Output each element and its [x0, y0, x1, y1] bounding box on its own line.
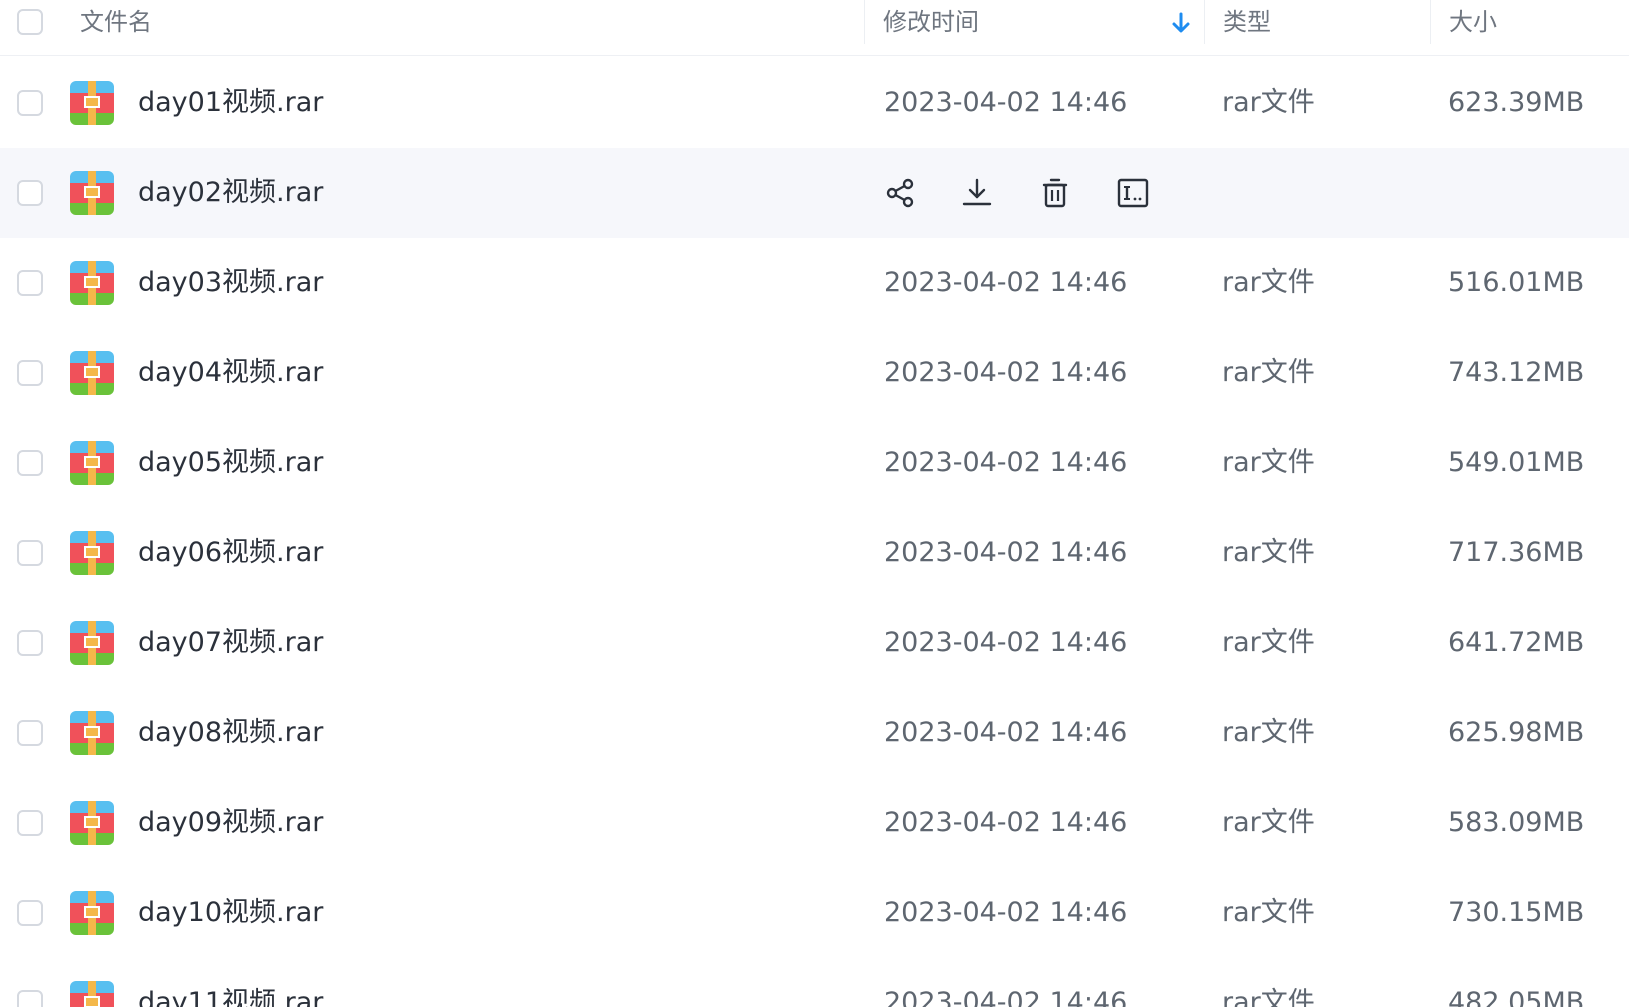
- rar-file-icon: [70, 171, 114, 215]
- row-checkbox[interactable]: [17, 810, 43, 836]
- file-name[interactable]: day04视频.rar: [138, 328, 323, 418]
- file-type: rar文件: [1222, 717, 1315, 748]
- file-size: 583.09MB: [1448, 807, 1585, 838]
- file-row[interactable]: day03视频.rar 2023-04-02 14:46 rar文件 516.01MB: [0, 238, 1629, 328]
- row-checkbox[interactable]: [17, 270, 43, 296]
- file-name[interactable]: day06视频.rar: [138, 508, 323, 598]
- file-modified-time: 2023-04-02 14:46: [884, 717, 1128, 748]
- select-all-checkbox[interactable]: [17, 9, 43, 35]
- file-modified-time: 2023-04-02 14:46: [884, 267, 1128, 298]
- file-type: rar文件: [1222, 447, 1315, 478]
- file-name[interactable]: day10视频.rar: [138, 868, 323, 958]
- file-row[interactable]: day02视频.rar: [0, 148, 1629, 238]
- file-size: 717.36MB: [1448, 537, 1585, 568]
- file-size: 516.01MB: [1448, 267, 1585, 298]
- file-name[interactable]: day08视频.rar: [138, 688, 323, 778]
- rar-file-icon: [70, 981, 114, 1007]
- file-row[interactable]: day05视频.rar 2023-04-02 14:46 rar文件 549.01MB: [0, 418, 1629, 508]
- file-list: 文件名 修改时间 类型 大小 day01视频.rar 2023-04-02 14:…: [0, 0, 1629, 1007]
- file-type: rar文件: [1222, 537, 1315, 568]
- file-name[interactable]: day01视频.rar: [138, 58, 323, 148]
- column-header-name[interactable]: 文件名: [80, 0, 860, 44]
- file-size: 482.05MB: [1448, 987, 1585, 1007]
- file-row[interactable]: day10视频.rar 2023-04-02 14:46 rar文件 730.15MB: [0, 868, 1629, 958]
- rar-file-icon: [70, 531, 114, 575]
- row-checkbox[interactable]: [17, 990, 43, 1007]
- file-modified-time: 2023-04-02 14:46: [884, 87, 1128, 118]
- rar-file-icon: [70, 441, 114, 485]
- rar-file-icon: [70, 261, 114, 305]
- sort-descending-icon[interactable]: [1170, 10, 1192, 36]
- column-header-size[interactable]: 大小: [1430, 0, 1629, 44]
- file-name[interactable]: day09视频.rar: [138, 778, 323, 868]
- file-size: 730.15MB: [1448, 897, 1585, 928]
- file-row[interactable]: day04视频.rar 2023-04-02 14:46 rar文件 743.12MB: [0, 328, 1629, 418]
- share-icon[interactable]: [884, 176, 918, 210]
- file-size: 625.98MB: [1448, 717, 1585, 748]
- file-type: rar文件: [1222, 627, 1315, 658]
- file-row[interactable]: day07视频.rar 2023-04-02 14:46 rar文件 641.72MB: [0, 598, 1629, 688]
- file-row[interactable]: day08视频.rar 2023-04-02 14:46 rar文件 625.98MB: [0, 688, 1629, 778]
- file-name[interactable]: day03视频.rar: [138, 238, 323, 328]
- file-name[interactable]: day11视频.rar: [138, 958, 323, 1007]
- rar-file-icon: [70, 351, 114, 395]
- rename-icon[interactable]: [1116, 176, 1150, 210]
- file-name[interactable]: day05视频.rar: [138, 418, 323, 508]
- rar-file-icon: [70, 891, 114, 935]
- row-checkbox[interactable]: [17, 630, 43, 656]
- file-row[interactable]: day01视频.rar 2023-04-02 14:46 rar文件 623.39MB: [0, 58, 1629, 148]
- rar-file-icon: [70, 621, 114, 665]
- file-type: rar文件: [1222, 267, 1315, 298]
- rar-file-icon: [70, 81, 114, 125]
- row-checkbox[interactable]: [17, 90, 43, 116]
- file-row[interactable]: day06视频.rar 2023-04-02 14:46 rar文件 717.36MB: [0, 508, 1629, 598]
- file-list-header: 文件名 修改时间 类型 大小: [0, 0, 1629, 56]
- file-size: 623.39MB: [1448, 87, 1585, 118]
- file-size: 641.72MB: [1448, 627, 1585, 658]
- column-header-modified[interactable]: 修改时间: [864, 0, 1198, 44]
- file-size: 743.12MB: [1448, 357, 1585, 388]
- file-modified-time: 2023-04-02 14:46: [884, 897, 1128, 928]
- file-modified-time: 2023-04-02 14:46: [884, 357, 1128, 388]
- file-row[interactable]: day09视频.rar 2023-04-02 14:46 rar文件 583.09MB: [0, 778, 1629, 868]
- file-type: rar文件: [1222, 987, 1315, 1007]
- file-size: 549.01MB: [1448, 447, 1585, 478]
- file-type: rar文件: [1222, 807, 1315, 838]
- download-icon[interactable]: [960, 176, 994, 210]
- row-checkbox[interactable]: [17, 180, 43, 206]
- column-header-modified-label: 修改时间: [883, 8, 979, 36]
- file-type: rar文件: [1222, 897, 1315, 928]
- column-header-size-label: 大小: [1449, 8, 1497, 36]
- row-checkbox[interactable]: [17, 360, 43, 386]
- file-modified-time: 2023-04-02 14:46: [884, 627, 1128, 658]
- file-modified-time: 2023-04-02 14:46: [884, 447, 1128, 478]
- file-modified-time: 2023-04-02 14:46: [884, 537, 1128, 568]
- row-checkbox[interactable]: [17, 720, 43, 746]
- file-row[interactable]: day11视频.rar 2023-04-02 14:46 rar文件 482.05MB: [0, 958, 1629, 1007]
- row-checkbox[interactable]: [17, 900, 43, 926]
- row-checkbox[interactable]: [17, 450, 43, 476]
- rar-file-icon: [70, 711, 114, 755]
- file-name[interactable]: day07视频.rar: [138, 598, 323, 688]
- column-header-type-label: 类型: [1223, 8, 1271, 36]
- row-checkbox[interactable]: [17, 540, 43, 566]
- file-name[interactable]: day02视频.rar: [138, 148, 323, 238]
- file-type: rar文件: [1222, 357, 1315, 388]
- column-header-type[interactable]: 类型: [1204, 0, 1428, 44]
- file-type: rar文件: [1222, 87, 1315, 118]
- delete-icon[interactable]: [1038, 176, 1072, 210]
- file-modified-time: 2023-04-02 14:46: [884, 987, 1128, 1007]
- file-modified-time: 2023-04-02 14:46: [884, 807, 1128, 838]
- rar-file-icon: [70, 801, 114, 845]
